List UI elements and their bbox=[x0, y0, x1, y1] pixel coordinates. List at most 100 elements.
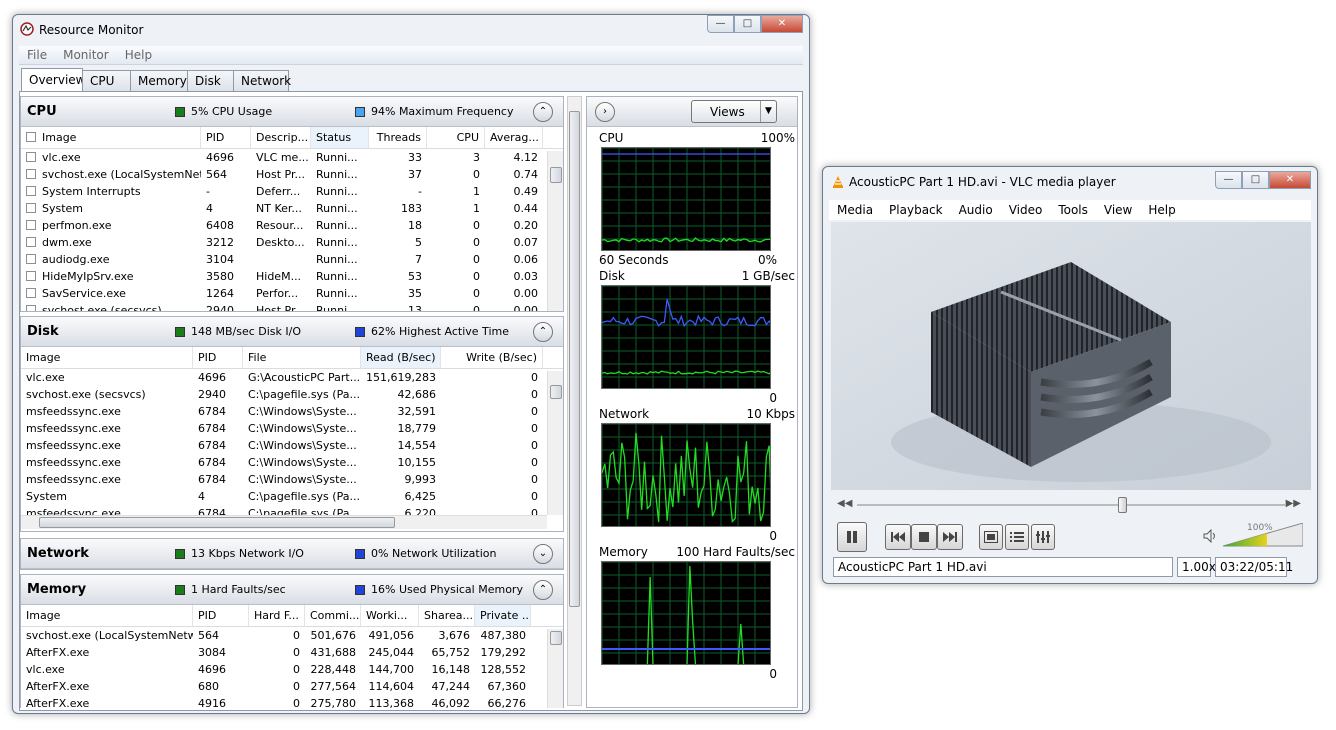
row-checkbox[interactable] bbox=[26, 152, 36, 162]
maximize-button[interactable]: □ bbox=[1242, 171, 1269, 189]
menu-audio[interactable]: Audio bbox=[951, 203, 1001, 217]
col-shareable[interactable]: Sharea... bbox=[419, 605, 475, 626]
menu-media[interactable]: Media bbox=[829, 203, 881, 217]
table-row[interactable]: AfterFX.exe 4916 0 275,780 113,368 46,092 66,2… bbox=[21, 695, 563, 708]
table-row[interactable]: System 4 C:\pagefile.sys (Pa... 6,425 0 bbox=[21, 488, 563, 505]
table-row[interactable]: vlc.exe 4696 0 228,448 144,700 16,148 128,552 bbox=[21, 661, 563, 678]
network-section-header[interactable]: Network 13 Kbps Network I/O 0% Network U… bbox=[21, 539, 563, 569]
playback-time[interactable]: 03:22/05:11 bbox=[1215, 557, 1293, 577]
table-row[interactable]: AfterFX.exe 680 0 277,564 114,604 47,244 67,36… bbox=[21, 678, 563, 695]
col-private[interactable]: Private ... bbox=[475, 605, 531, 626]
col-pid[interactable]: PID bbox=[201, 127, 251, 148]
table-row[interactable]: svchost.exe (secsvcs) 2940 Host Pr... Runni… bbox=[21, 302, 563, 311]
table-row[interactable]: msfeedssync.exe 6784 C:\Windows\Syste... 14… bbox=[21, 437, 563, 454]
tab-cpu[interactable]: CPU bbox=[82, 70, 131, 91]
menu-view[interactable]: View bbox=[1096, 203, 1140, 217]
row-checkbox[interactable] bbox=[26, 237, 36, 247]
row-checkbox[interactable] bbox=[26, 169, 36, 179]
select-all-checkbox[interactable] bbox=[26, 132, 36, 142]
minimize-button[interactable]: — bbox=[1215, 171, 1242, 189]
previous-button[interactable] bbox=[885, 524, 911, 550]
table-row[interactable]: msfeedssync.exe 6784 C:\Windows\Syste... 9,… bbox=[21, 471, 563, 488]
fast-forward-icon[interactable]: ▶▶ bbox=[1286, 498, 1301, 509]
close-button[interactable]: ✕ bbox=[1269, 171, 1311, 189]
row-checkbox[interactable] bbox=[26, 288, 36, 298]
collapse-up-icon[interactable]: ⌃ bbox=[533, 580, 553, 600]
volume-slider[interactable] bbox=[1222, 522, 1304, 547]
col-image[interactable]: Image bbox=[21, 605, 193, 626]
resmon-titlebar[interactable]: Resource Monitor — □ ✕ bbox=[13, 15, 809, 45]
table-row[interactable]: SavService.exe 1264 Perfor... Runni... 35 0 0.… bbox=[21, 285, 563, 302]
next-button[interactable] bbox=[937, 524, 963, 550]
menu-playback[interactable]: Playback bbox=[881, 203, 951, 217]
col-commit[interactable]: Commi... bbox=[305, 605, 361, 626]
col-file[interactable]: File bbox=[243, 347, 361, 368]
tab-network[interactable]: Network bbox=[233, 70, 291, 91]
table-row[interactable]: System Interrupts - Deferr... Runni... -1 0.4… bbox=[21, 183, 563, 200]
memory-section-header[interactable]: Memory 1 Hard Faults/sec 16% Used Physic… bbox=[21, 575, 563, 605]
pause-button[interactable] bbox=[837, 522, 867, 552]
col-read[interactable]: Read (B/sec) bbox=[361, 347, 441, 368]
col-pid[interactable]: PID bbox=[193, 347, 243, 368]
playback-speed[interactable]: 1.00x bbox=[1177, 557, 1216, 577]
row-checkbox[interactable] bbox=[26, 271, 36, 281]
row-checkbox[interactable] bbox=[26, 220, 36, 230]
table-row[interactable]: System 4 NT Ker... Runni... 183 1 0.44 bbox=[21, 200, 563, 217]
disk-list-scrollbar[interactable] bbox=[547, 371, 563, 515]
table-row[interactable]: dwm.exe 3212 Deskto... Runni... 5 0 0.07 bbox=[21, 234, 563, 251]
tab-overview[interactable]: Overview bbox=[21, 68, 86, 91]
expand-down-icon[interactable]: ⌄ bbox=[533, 544, 553, 564]
table-row[interactable]: AfterFX.exe 3084 0 431,688 245,044 65,752 179,… bbox=[21, 644, 563, 661]
video-frame[interactable] bbox=[831, 222, 1311, 490]
cpu-list-scrollbar[interactable] bbox=[547, 151, 563, 311]
extended-settings-button[interactable] bbox=[1031, 524, 1055, 550]
col-image[interactable]: Image bbox=[21, 347, 193, 368]
col-image[interactable]: Image bbox=[21, 127, 201, 148]
speaker-icon[interactable] bbox=[1203, 529, 1217, 543]
playlist-button[interactable] bbox=[1005, 524, 1029, 550]
seek-handle[interactable] bbox=[1118, 497, 1128, 513]
cpu-section-header[interactable]: CPU 5% CPU Usage 94% Maximum Frequency ⌃ bbox=[21, 97, 563, 127]
memory-list-scrollbar[interactable] bbox=[547, 629, 563, 708]
menu-help[interactable]: Help bbox=[117, 48, 160, 62]
col-status[interactable]: Status bbox=[311, 127, 369, 148]
overview-scrollbar[interactable] bbox=[567, 96, 582, 706]
table-row[interactable]: HideMyIpSrv.exe 3580 HideM... Runni... 53 0 0.… bbox=[21, 268, 563, 285]
stop-button[interactable] bbox=[911, 524, 937, 550]
table-row[interactable]: svchost.exe (secsvcs) 2940 C:\pagefile.sys… bbox=[21, 386, 563, 403]
minimize-button[interactable]: — bbox=[707, 15, 734, 33]
seek-bar[interactable]: ◀◀ ▶▶ bbox=[837, 497, 1301, 513]
menu-video[interactable]: Video bbox=[1001, 203, 1051, 217]
menu-tools[interactable]: Tools bbox=[1050, 203, 1096, 217]
table-row[interactable]: msfeedssync.exe 6784 C:\Windows\Syste... 18… bbox=[21, 420, 563, 437]
row-checkbox[interactable] bbox=[26, 186, 36, 196]
col-pid[interactable]: PID bbox=[193, 605, 249, 626]
menu-file[interactable]: File bbox=[19, 48, 55, 62]
col-cpu[interactable]: CPU bbox=[427, 127, 485, 148]
chevron-right-icon[interactable]: › bbox=[595, 102, 615, 122]
disk-section-header[interactable]: Disk 148 MB/sec Disk I/O 62% Highest Act… bbox=[21, 317, 563, 347]
table-row[interactable]: svchost.exe (LocalSystemNetwo... 564 0 501,… bbox=[21, 627, 563, 644]
table-row[interactable]: svchost.exe (LocalSystemNet... 564 Host Pr… bbox=[21, 166, 563, 183]
row-checkbox[interactable] bbox=[26, 254, 36, 264]
col-working[interactable]: Worki... bbox=[361, 605, 419, 626]
row-checkbox[interactable] bbox=[26, 203, 36, 213]
tab-disk[interactable]: Disk bbox=[187, 70, 234, 91]
col-hard-faults[interactable]: Hard F... bbox=[249, 605, 305, 626]
menu-help[interactable]: Help bbox=[1140, 203, 1183, 217]
col-description[interactable]: Descrip... bbox=[251, 127, 311, 148]
col-write[interactable]: Write (B/sec) bbox=[441, 347, 543, 368]
rewind-icon[interactable]: ◀◀ bbox=[837, 498, 852, 509]
col-average[interactable]: Averag... bbox=[485, 127, 543, 148]
menu-monitor[interactable]: Monitor bbox=[55, 48, 117, 62]
table-row[interactable]: perfmon.exe 6408 Resour... Runni... 18 0 0.20 bbox=[21, 217, 563, 234]
close-button[interactable]: ✕ bbox=[761, 15, 803, 33]
collapse-up-icon[interactable]: ⌃ bbox=[533, 102, 553, 122]
table-row[interactable]: vlc.exe 4696 G:\AcousticPC Part... 151,619,… bbox=[21, 369, 563, 386]
table-row[interactable]: msfeedssync.exe 6784 C:\Windows\Syste... 10… bbox=[21, 454, 563, 471]
row-checkbox[interactable] bbox=[26, 305, 36, 311]
vlc-titlebar[interactable]: AcousticPC Part 1 HD.avi - VLC media pla… bbox=[823, 167, 1317, 197]
views-dropdown[interactable]: Views ▼ bbox=[691, 100, 777, 123]
table-row[interactable]: msfeedssync.exe 6784 C:\Windows\Syste... 32… bbox=[21, 403, 563, 420]
tab-memory[interactable]: Memory bbox=[130, 70, 188, 91]
